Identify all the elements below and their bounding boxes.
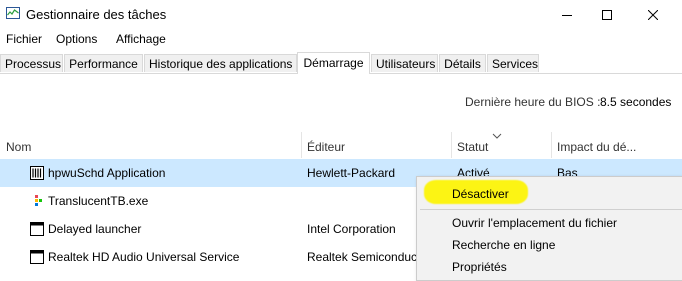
bios-time-label: Dernière heure du BIOS : [465,95,601,109]
column-header-editeur[interactable]: Éditeur [307,140,345,154]
menu-item-recherche-en-ligne[interactable]: Recherche en ligne [452,238,555,252]
sort-chevron-icon[interactable] [492,128,502,142]
tab-details[interactable]: Détails [439,54,486,72]
tab-utilisateurs[interactable]: Utilisateurs [371,54,438,72]
row-publisher: Realtek Semiconduct [307,250,421,264]
column-header-impact[interactable]: Impact du dé... [557,140,636,154]
tab-services[interactable]: Services [487,54,539,72]
translucenttb-icon [30,194,44,208]
realtek-app-icon [30,250,44,264]
maximize-icon [602,10,612,20]
hp-app-icon [30,166,44,180]
menu-affichage[interactable]: Affichage [116,32,166,46]
maximize-button[interactable] [584,0,630,30]
column-header-statut[interactable]: Statut [457,140,488,154]
menu-item-proprietes[interactable]: Propriétés [452,260,507,274]
intel-app-icon [30,222,44,236]
column-separator[interactable] [551,132,552,158]
column-header-nom[interactable]: Nom [6,140,31,154]
menu-item-ouvrir-emplacement[interactable]: Ouvrir l'emplacement du fichier [452,216,617,230]
task-manager-icon [6,6,20,20]
menu-item-desactiver[interactable]: Désactiver [452,187,509,201]
row-name: hpwuSchd Application [48,166,166,180]
column-separator[interactable] [301,132,302,158]
tab-demarrage[interactable]: Démarrage [297,52,370,74]
close-button[interactable] [630,0,676,30]
row-name: TranslucentTB.exe [48,194,149,208]
row-name: Realtek HD Audio Universal Service [48,250,240,264]
minimize-icon [562,15,572,16]
close-icon [648,10,658,20]
tab-historique[interactable]: Historique des applications [144,54,297,72]
menu-fichier[interactable]: Fichier [6,32,42,46]
row-publisher: Hewlett-Packard [307,166,396,180]
column-separator[interactable] [451,132,452,158]
row-publisher: Intel Corporation [307,222,396,236]
tab-processus[interactable]: Processus [0,54,63,72]
tab-performance[interactable]: Performance [64,54,143,72]
menu-options[interactable]: Options [56,32,97,46]
row-name: Delayed launcher [48,222,142,236]
bios-time-value: 8.5 secondes [600,95,672,109]
context-menu-separator [420,209,682,210]
menu-bar [0,30,682,50]
window-title: Gestionnaire des tâches [26,7,167,22]
